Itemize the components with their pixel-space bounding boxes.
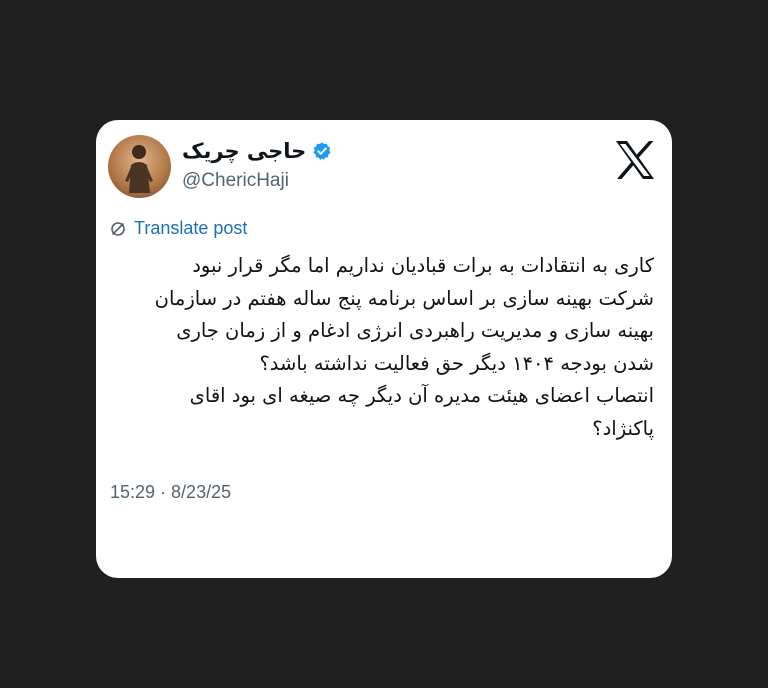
verified-badge-icon <box>313 142 331 160</box>
tweet-timestamp[interactable]: 15:29 · 8/23/25 <box>110 482 231 503</box>
x-logo-icon[interactable] <box>614 140 656 180</box>
user-info: حاجی چریک @ChericHaji <box>182 138 332 192</box>
tweet-line: بهینه سازی و مدیریت راهبردی انرژی ادغام … <box>176 319 654 342</box>
avatar[interactable] <box>108 135 171 198</box>
tweet-text: کاری به انتقادات به برات قبادیان نداریم … <box>110 250 654 445</box>
display-name[interactable]: حاجی چریک <box>182 138 306 164</box>
tweet-card: حاجی چریک @ChericHaji Translate post کار… <box>96 120 672 578</box>
tweet-line: شرکت بهینه سازی بر اساس برنامه پنج ساله … <box>154 286 654 310</box>
translate-post-label: Translate post <box>134 218 248 238</box>
translate-post-link[interactable]: Translate post <box>110 218 247 239</box>
tweet-line: انتصاب اعضای هیئت مدیره آن دیگر چه صیغه … <box>189 384 654 407</box>
tweet-line: کاری به انتقادات به برات قبادیان نداریم … <box>192 254 654 277</box>
globe-slash-icon <box>111 221 125 236</box>
tweet-line: پاکنژاد؟ <box>592 416 654 440</box>
profile-photo-icon <box>125 145 153 193</box>
tweet-line: شدن بودجه ۱۴۰۴ دیگر حق فعالیت نداشته باش… <box>259 351 654 375</box>
user-handle[interactable]: @ChericHaji <box>182 170 332 192</box>
name-row: حاجی چریک <box>182 138 332 164</box>
